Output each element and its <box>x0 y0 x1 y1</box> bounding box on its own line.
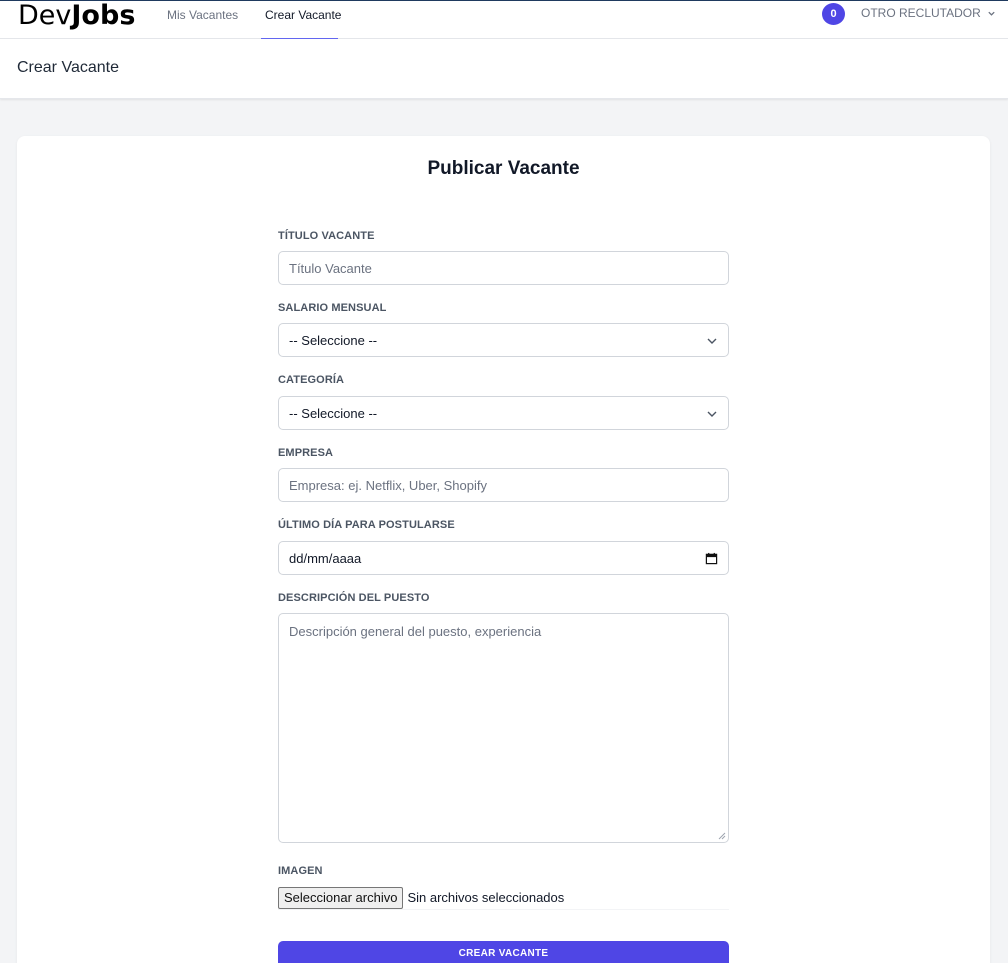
page-title: Crear Vacante <box>17 59 119 76</box>
user-menu-dropdown[interactable]: OTRO RECLUTADOR <box>861 6 996 20</box>
chevron-down-icon <box>988 11 995 16</box>
fecha-value: dd/mm/aaaa <box>289 550 362 566</box>
categoria-select[interactable]: -- Seleccione -- <box>278 396 729 430</box>
fecha-date-input[interactable]: dd/mm/aaaa <box>278 541 729 575</box>
logo-bold-text: Jobs <box>71 0 136 31</box>
chevron-down-icon <box>707 411 717 417</box>
resize-grip-icon[interactable] <box>718 832 726 840</box>
calendar-icon[interactable] <box>705 552 718 565</box>
empresa-input[interactable]: Empresa: ej. Netflix, Uber, Shopify <box>278 468 729 502</box>
categoria-label: CATEGORÍA <box>278 374 345 386</box>
titulo-label: TÍTULO VACANTE <box>278 230 375 242</box>
descripcion-label: DESCRIPCIÓN DEL PUESTO <box>278 592 430 604</box>
descripcion-textarea[interactable]: Descripción general del puesto, experien… <box>278 613 729 843</box>
user-name: OTRO RECLUTADOR <box>861 6 981 20</box>
fecha-label: ÚLTIMO DÍA PARA POSTULARSE <box>278 519 455 531</box>
categoria-selected-value: -- Seleccione -- <box>289 405 378 421</box>
imagen-file-input[interactable]: Seleccionar archivo Sin archivos selecci… <box>278 886 729 910</box>
crear-vacante-button[interactable]: CREAR VACANTE <box>278 941 729 963</box>
top-navigation: DevJobs Mis Vacantes Crear Vacante 0 OTR… <box>0 0 1008 40</box>
page-header: Crear Vacante <box>0 39 1008 99</box>
nav-link-mis-vacantes[interactable]: Mis Vacantes <box>167 8 238 22</box>
file-status-text: Sin archivos seleccionados <box>407 890 565 905</box>
select-file-button[interactable]: Seleccionar archivo <box>278 886 404 909</box>
descripcion-placeholder: Descripción general del puesto, experien… <box>289 624 542 639</box>
salario-select[interactable]: -- Seleccione -- <box>278 323 729 357</box>
logo-light-text: Dev <box>18 0 72 31</box>
notifications-badge[interactable]: 0 <box>822 3 845 25</box>
imagen-label: IMAGEN <box>278 865 323 877</box>
nav-link-crear-vacante[interactable]: Crear Vacante <box>265 8 341 22</box>
chevron-down-icon <box>707 338 717 344</box>
empresa-label: EMPRESA <box>278 447 334 459</box>
form-card: Publicar Vacante TÍTULO VACANTE Título V… <box>17 136 990 963</box>
salario-selected-value: -- Seleccione -- <box>289 332 378 348</box>
titulo-placeholder: Título Vacante <box>289 260 372 276</box>
titulo-input[interactable]: Título Vacante <box>278 251 729 285</box>
form-title: Publicar Vacante <box>427 158 580 179</box>
empresa-placeholder: Empresa: ej. Netflix, Uber, Shopify <box>289 477 487 493</box>
devjobs-logo[interactable]: DevJobs <box>18 1 135 31</box>
salario-label: SALARIO MENSUAL <box>278 302 387 314</box>
